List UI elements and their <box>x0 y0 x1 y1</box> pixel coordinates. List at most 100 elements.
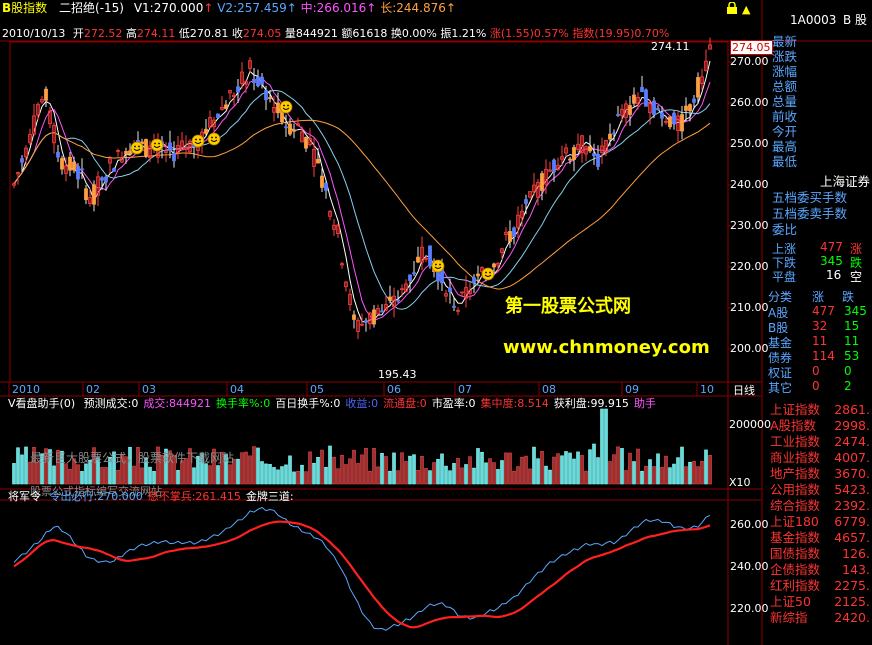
volume-bar <box>652 466 656 485</box>
candle-body <box>524 199 528 204</box>
volume-panel-field: 集中度:8.514 <box>480 397 549 410</box>
quote-field-0[interactable]: 最新 <box>772 34 797 49</box>
index-row[interactable]: 上证180 6779. <box>770 514 870 530</box>
volume-panel-field: 流通盘:0 <box>383 397 427 410</box>
volume-bar <box>304 471 308 485</box>
volume-bar <box>696 466 700 485</box>
index-row[interactable]: 上证50 2125. <box>770 594 870 610</box>
index-row[interactable]: 地产指数 3670. <box>770 466 870 482</box>
volume-bar <box>352 449 356 485</box>
stat-label: 平盘 <box>772 270 797 284</box>
index-row[interactable]: 基金指数 4657. <box>770 530 870 546</box>
bottom-panel-field: 金牌三道: <box>245 490 294 503</box>
volume-bar <box>84 463 88 485</box>
low-price-label: 195.43 <box>378 368 417 381</box>
bottom-panel-field: 令出必行:270.000 <box>49 490 143 503</box>
smiley-signal-icon <box>279 100 293 114</box>
quote-field-4[interactable]: 总量 <box>772 94 797 109</box>
volume-panel-field: 换手率%:0 <box>216 397 271 410</box>
index-row[interactable]: 商业指数 4007. <box>770 450 870 466</box>
candle-body <box>668 116 672 128</box>
volume-bar <box>336 468 340 485</box>
bottom-panel-items: 令出必行:270.000 慈不掌兵:261.415 金牌三道: <box>45 490 294 503</box>
candle-body <box>80 168 84 171</box>
candle-body <box>644 89 648 107</box>
date-tick-label: 05 <box>310 383 324 396</box>
volume-bar <box>216 465 220 485</box>
index-row[interactable]: 国债指数 126. <box>770 546 870 562</box>
volume-bar <box>256 447 260 485</box>
candle-body <box>124 151 128 155</box>
candle-body <box>412 272 416 275</box>
candle-body <box>252 78 256 84</box>
candle-body <box>172 152 176 162</box>
volume-panel-title[interactable]: V看盘助手(0) <box>8 397 75 410</box>
volume-bar <box>260 461 264 485</box>
bottom-panel-header: 将军令 令出必行:270.000 慈不掌兵:261.415 金牌三道: <box>8 490 294 503</box>
quote-field-1[interactable]: 涨跌 <box>772 49 797 64</box>
volume-bar <box>608 461 612 485</box>
volume-bar <box>604 408 608 485</box>
volume-bar <box>584 470 588 485</box>
volume-bar <box>688 461 692 485</box>
candle-body <box>592 153 596 157</box>
index-row[interactable]: 综合指数 2392. <box>770 498 870 514</box>
candle-body <box>256 76 260 87</box>
volume-bar <box>392 452 396 485</box>
candle-body <box>56 151 60 158</box>
quote-field-6[interactable]: 今开 <box>772 124 797 139</box>
stat-value: 477 <box>820 240 843 254</box>
volume-bar <box>536 458 540 485</box>
table-row-down: 345 <box>844 304 867 318</box>
quote-field-8[interactable]: 最低 <box>772 154 797 169</box>
volume-bar <box>20 454 24 485</box>
index-name: 商业指数 <box>770 450 821 465</box>
volume-bar <box>68 469 72 485</box>
index-value: 2125. <box>834 594 870 609</box>
quote-field-2[interactable]: 涨幅 <box>772 64 797 79</box>
quote-field-7[interactable]: 最高 <box>772 139 797 154</box>
index-row[interactable]: A股指数 2998. <box>770 418 870 434</box>
candle-body <box>396 299 400 302</box>
quote-field-5[interactable]: 前收 <box>772 109 797 124</box>
volume-bar <box>560 455 564 485</box>
candle-body <box>436 271 440 282</box>
candlesticks <box>12 37 712 339</box>
quote-field-3[interactable]: 总额 <box>772 79 797 94</box>
index-row[interactable]: 红利指数 2275. <box>770 578 870 594</box>
index-row[interactable]: 企债指数 143. <box>770 562 870 578</box>
bottom-panel-title[interactable]: 将军令 <box>8 490 41 503</box>
volume-bar <box>544 465 548 485</box>
volume-panel-field: 市盈率:0 <box>431 397 476 410</box>
volume-bar <box>460 467 464 485</box>
index-value: 4007. <box>834 450 870 465</box>
volume-bars <box>12 408 712 485</box>
volume-bar <box>208 465 212 485</box>
candle-body <box>168 142 172 151</box>
index-row[interactable]: 工业指数 2474. <box>770 434 870 450</box>
period-label[interactable]: 日线 <box>733 384 755 397</box>
bottom-panel-axis: 260.00 240.00 220.00 <box>728 500 769 645</box>
index-name: 新综指 <box>770 610 808 625</box>
volume-bar <box>268 464 272 485</box>
quote-panel: 最新 涨跌 涨幅 总额 总量 前收 今开 最高 最低 上海证券 五档委买手数 五档委卖手数 委比… <box>762 34 872 645</box>
volume-bar <box>104 467 108 485</box>
volume-bar <box>568 452 572 485</box>
volume-bar <box>296 470 300 485</box>
candle-body <box>652 100 656 115</box>
index-row[interactable]: 新综指 2420. <box>770 610 870 626</box>
candle-body <box>540 173 544 191</box>
volume-bar <box>100 467 104 485</box>
volume-bar <box>480 451 484 485</box>
volume-bar <box>276 469 280 485</box>
candle-body <box>380 310 384 313</box>
index-row[interactable]: 上证指数 2861. <box>770 402 870 418</box>
candle-body <box>316 158 320 164</box>
candle-body <box>144 139 148 157</box>
volume-bar <box>576 451 580 485</box>
volume-bar <box>12 463 16 485</box>
candle-body <box>512 227 516 237</box>
index-row[interactable]: 公用指数 5423. <box>770 482 870 498</box>
table-row-up: 477 <box>812 304 835 318</box>
volume-bar <box>472 467 476 485</box>
